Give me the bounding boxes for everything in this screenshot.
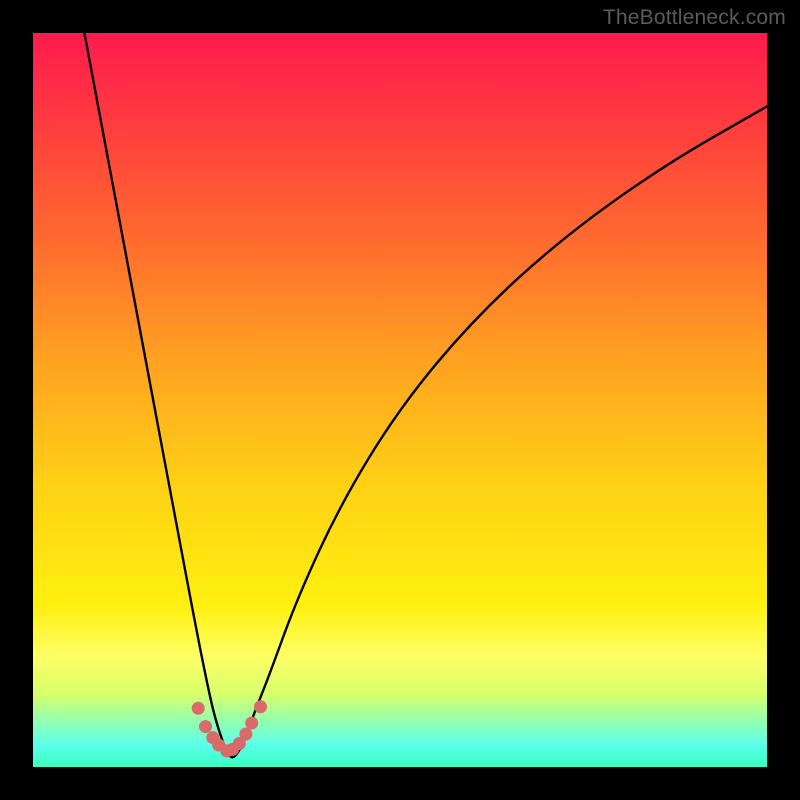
chart-frame: TheBottleneck.com <box>0 0 800 800</box>
plot-area <box>33 33 767 767</box>
bottleneck-curve <box>84 33 767 757</box>
scatter-dots <box>192 700 267 757</box>
scatter-dot <box>199 720 212 733</box>
watermark-text: TheBottleneck.com <box>603 6 786 30</box>
scatter-dot <box>254 700 267 713</box>
scatter-dot <box>239 728 252 741</box>
scatter-dot <box>192 702 205 715</box>
chart-svg <box>33 33 767 767</box>
curve-path <box>84 33 767 757</box>
scatter-dot <box>245 717 258 730</box>
